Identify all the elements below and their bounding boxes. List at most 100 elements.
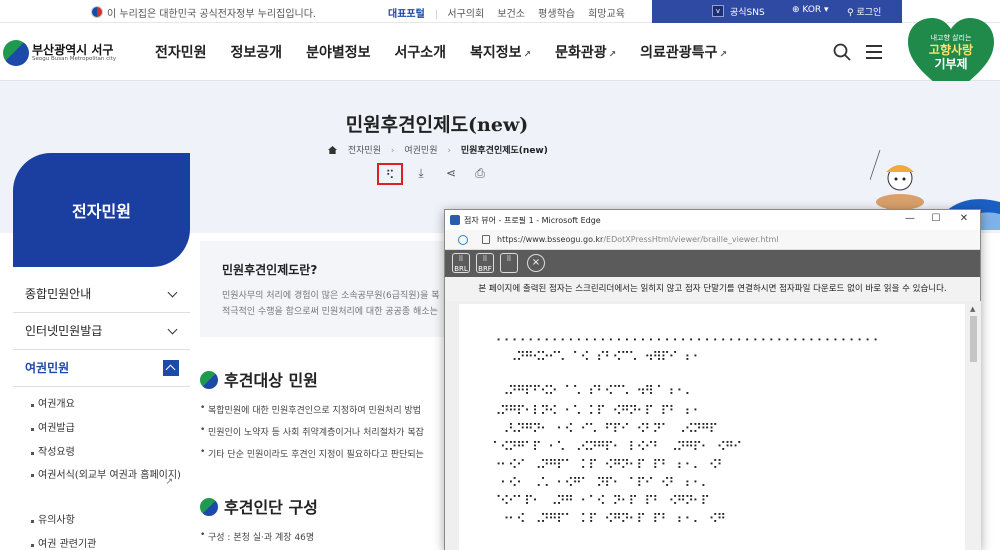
submenu-item[interactable]: 작성요령 [31,441,181,465]
sidebar-menu: 종합민원안내 인터넷민원발급 여권민원 [13,276,190,387]
submenu-item[interactable]: 여권개요 [31,393,181,417]
nav-field-info[interactable]: 분야별정보 [306,42,370,62]
intro-text: 적극적인 수행을 함으로써 민원처리에 대한 공공종 해소는 [222,307,438,317]
sidebar-header: 전자민원 [13,153,190,267]
braille-line: ⠀⠠⠝⠛⠏⠋⠪⠕⠀⠁⠡⠀⠎⠃⠪⠉⠡⠀⠲⠻⠈⠀⠆⠂⠄ [492,384,694,399]
sidebar-item-internet[interactable]: 인터넷민원발급 [13,313,190,350]
minimize-icon[interactable]: — [903,213,917,224]
login-link[interactable]: ⚲ 로그인 [847,5,881,18]
nav-civil[interactable]: 전자민원 [155,42,207,62]
sidebar-item-passport[interactable]: 여권민원 [13,350,190,387]
breadcrumb-item[interactable]: 여권민원 [404,146,437,156]
nav-disclosure[interactable]: 정보공개 [231,42,283,62]
page-title: 민원후견인제도(new) [345,114,529,136]
print-icon[interactable]: ⎙ [467,163,493,185]
site-logo-sub: Seogu Busan Metropolitan city [32,56,117,62]
chevron-up-icon[interactable] [163,360,179,376]
language-select[interactable]: ⊕ KOR ▾ [792,5,829,15]
badge-line3: 기부제 [934,56,967,71]
lock-icon [482,235,490,244]
badge-line1: 내고향 살리는 [931,33,972,42]
korea-flag-icon [91,6,103,18]
braille-icon[interactable]: ⠫ [377,163,403,185]
section-title: 후견대상 민원 [200,367,318,391]
scrollbar-thumb[interactable] [970,316,977,362]
intro-box: 민원후견인제도란? 민원사무의 처리에 경험이 많은 소속공무원(6급직원)을 … [200,241,450,337]
seogu-logo-icon[interactable] [3,40,29,66]
bullet-item: 복합민원에 대한 민원후견인으로 지정하여 민원처리 방법 [200,403,448,416]
braille-page: ⠐⠐⠐⠐⠐⠐⠐⠐⠐⠐⠐⠐⠐⠐⠐⠐⠐⠐⠐⠐⠐⠐⠐⠐⠐⠐⠐⠐⠐⠐⠐⠐⠐⠐⠐⠐⠐⠐⠐⠐… [459,304,965,550]
brl-download-button[interactable]: ⠿ BRL [452,253,470,273]
braille-line: ⠈⠪⠊⠁⠏⠂⠀⠠⠝⠛⠀⠂⠁⠪⠀⠝⠂⠏⠀⠏⠃⠀⠪⠛⠝⠂⠏ [492,494,710,509]
braille-line: ⠀⠂⠪⠂⠀⠠⠡⠀⠂⠪⠛⠁⠀⠝⠏⠂⠀⠁⠏⠊⠀⠪⠃⠀⠆⠂⠄ [492,476,710,491]
breadcrumb-item[interactable]: 전자민원 [348,146,381,156]
submenu-item[interactable]: 유의사항 [31,509,181,533]
braille-viewer-window: 점자 뷰어 - 프로필 1 - Microsoft Edge — ☐ ✕ htt… [444,209,981,550]
home-icon[interactable] [328,146,337,154]
section-bullet-icon [200,371,218,389]
sidebar-submenu: 여권개요 여권발급 작성요령 여권서식(외교부 여권과 홈페이지) ↗ 유의사항 … [31,393,181,550]
sidebar-title: 전자민원 [72,202,131,221]
brf-download-button[interactable]: ⠿ BRF [476,253,494,273]
site-header: 부산광역시 서구 Seogu Busan Metropolitan city 전… [0,23,1000,81]
nav-culture[interactable]: 문화관광 [555,42,616,62]
braille-line: ⠐⠐⠐⠐⠐⠐⠐⠐⠐⠐⠐⠐⠐⠐⠐⠐⠐⠐⠐⠐⠐⠐⠐⠐⠐⠐⠐⠐⠐⠐⠐⠐⠐⠐⠐⠐⠐⠐⠐⠐… [492,334,879,349]
submenu-item-external[interactable]: 여권서식(외교부 여권과 홈페이지) ↗ [31,465,181,509]
download-icon[interactable]: ⤓ [408,163,434,185]
braille-view-button[interactable]: ⠿ [500,253,518,273]
intro-text: 민원사무의 처리에 경험이 많은 소속공무원(6급직원)을 복 [222,291,440,301]
top-link-learning[interactable]: 평생학습 [538,9,575,20]
braille-line: ⠁⠪⠝⠛⠁⠏⠀⠂⠡⠀⠠⠪⠝⠛⠏⠂⠀⠇⠪⠊⠃⠀⠠⠝⠛⠏⠂⠀⠪⠛⠊ [492,440,742,455]
share-icon[interactable]: ⋖ [438,163,464,185]
bullet-item: 민원인이 노약자 등 사회 취약계층이거나 처리절차가 복잡 [200,425,448,438]
breadcrumb-current: 민원후견인제도(new) [460,146,548,156]
top-link-council[interactable]: 서구의회 [447,9,484,20]
window-title: 점자 뷰어 - 프로필 1 - Microsoft Edge [464,216,601,225]
braille-line: ⠀⠀⠠⠝⠛⠪⠕⠊⠡⠀⠁⠪⠀⠎⠃⠪⠉⠡⠀⠲⠻⠏⠊⠀⠆⠂ [492,350,702,365]
close-icon[interactable]: ✕ [957,213,971,224]
braille-line: ⠐⠂⠪⠊⠀⠠⠝⠛⠏⠁⠀⠅⠏⠀⠪⠛⠝⠂⠏⠀⠏⠃⠀⠆⠂⠄⠀⠪⠃ [492,458,726,473]
sns-toggle-icon[interactable]: v [712,5,724,17]
nav-about[interactable]: 서구소개 [394,42,446,62]
vertical-scrollbar[interactable]: ▲ [967,304,979,550]
top-link-portal[interactable]: 대표포털 [388,9,425,20]
nav-welfare[interactable]: 복지정보 [470,42,531,62]
hamburger-menu-icon[interactable] [866,45,882,59]
bullet-item: 기타 단순 민원이라도 후견인 지정이 필요하다고 판단되는 [200,447,448,460]
top-link-education[interactable]: 희망교육 [588,9,625,20]
viewer-close-button[interactable]: × [527,254,545,272]
braille-line: ⠠⠝⠛⠏⠂⠇⠝⠪⠀⠂⠡⠀⠅⠏⠀⠪⠛⠝⠂⠏⠀⠏⠃⠀⠆⠂ [492,404,702,419]
main-nav: 전자민원 정보공개 분야별정보 서구소개 복지정보 문화관광 의료관광특구 [155,42,751,62]
section-bullet-icon [200,498,218,516]
badge-line2: 고향사랑 [929,42,973,57]
submenu-item[interactable]: 여권발급 [31,417,181,441]
nav-medical[interactable]: 의료관광특구 [640,42,727,62]
braille-toolbar: ⠿ BRL ⠿ BRF ⠿ × [445,250,980,277]
chevron-down-icon [167,287,178,298]
url-text[interactable]: https://www.bsseogu.go.kr/EDotXPressHtml… [497,235,779,244]
chevron-down-icon [167,324,178,335]
intro-title: 민원후견인제도란? [222,263,318,277]
top-utility-bar: v 공식SNS ⊕ KOR ▾ ⚲ 로그인 [652,0,902,23]
section-title: 후견인단 구성 [200,494,318,518]
maximize-icon[interactable]: ☐ [929,213,943,224]
braille-notice: 본 페이지에 출력된 점자는 스크린리더에서는 읽히지 않고 점자 단말기를 연… [445,277,980,301]
browser-shield-icon [458,235,468,245]
gov-notice-text: 이 누리집은 대한민국 공식전자정부 누리집입니다. [107,9,317,20]
address-bar[interactable]: https://www.bsseogu.go.kr/EDotXPressHtml… [445,230,980,250]
gov-banner-bar: 이 누리집은 대한민국 공식전자정부 누리집입니다. 대표포털 | 서구의회 보건… [0,0,1000,23]
search-icon[interactable] [833,43,851,61]
breadcrumb: 전자민원 › 여권민원 › 민원후견인제도(new) [328,143,548,156]
external-link-icon: ↗ [165,477,173,487]
window-titlebar[interactable]: 점자 뷰어 - 프로필 1 - Microsoft Edge — ☐ ✕ [445,210,980,230]
scroll-up-icon[interactable]: ▲ [970,305,975,313]
submenu-item[interactable]: 여권 관련기관 [31,533,181,550]
bullet-item: 구성 : 본청 실·과 계장 46명 [200,530,448,543]
sidebar-item-general[interactable]: 종합민원안내 [13,276,190,313]
edge-page-icon [450,215,460,225]
top-link-health[interactable]: 보건소 [497,9,525,20]
braille-document-area: ⠐⠐⠐⠐⠐⠐⠐⠐⠐⠐⠐⠐⠐⠐⠐⠐⠐⠐⠐⠐⠐⠐⠐⠐⠐⠐⠐⠐⠐⠐⠐⠐⠐⠐⠐⠐⠐⠐⠐⠐… [445,301,981,550]
braille-line: ⠀⠐⠂⠪⠀⠠⠝⠛⠏⠁⠀⠅⠏⠀⠪⠛⠝⠂⠏⠀⠏⠃⠀⠆⠂⠄⠀⠪⠛ [492,512,726,527]
sns-menu[interactable]: 공식SNS [730,5,765,18]
top-links: 대표포털 | 서구의회 보건소 평생학습 희망교육 [388,9,625,20]
